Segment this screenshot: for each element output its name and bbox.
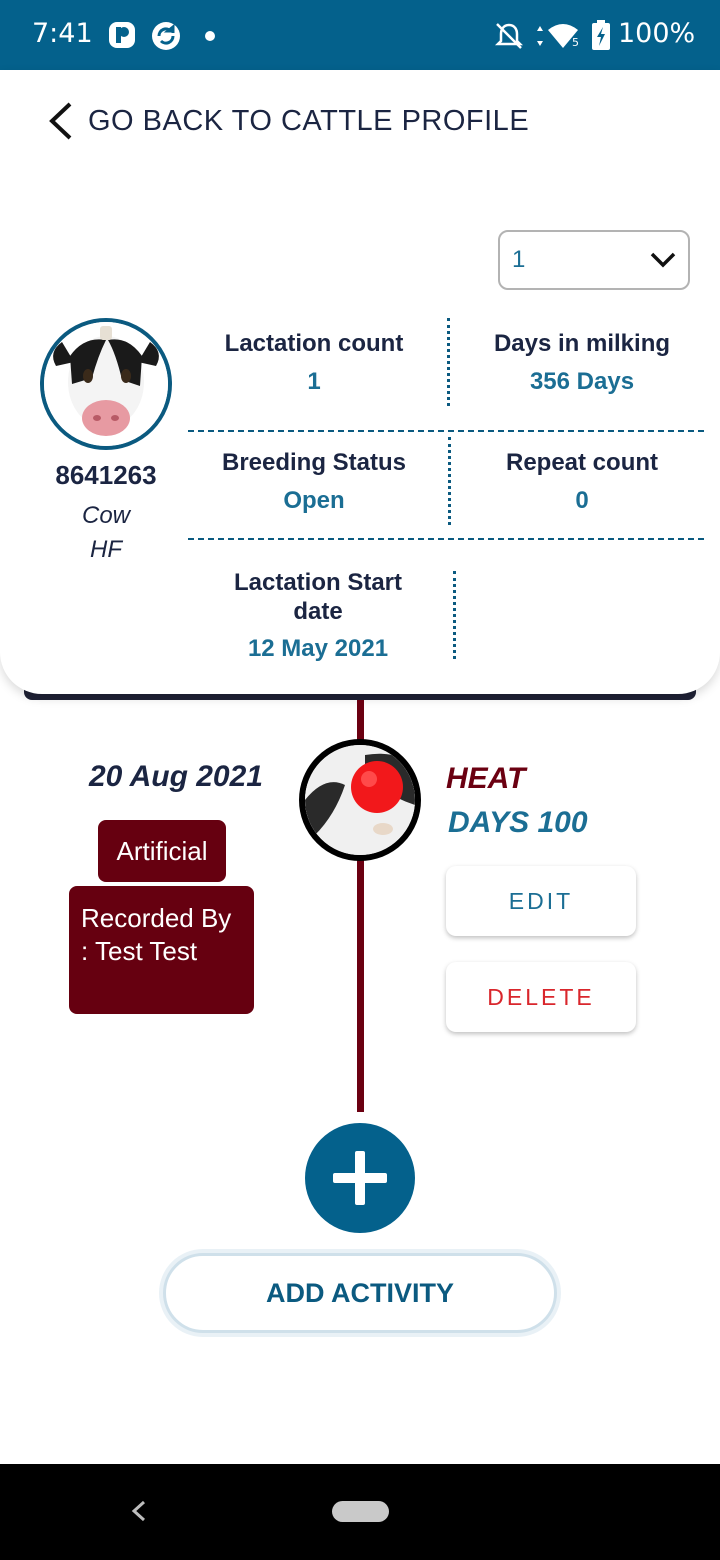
back-to-profile-link[interactable]: GO BACK TO CATTLE PROFILE <box>46 98 529 144</box>
event-days: DAYS 100 <box>448 806 588 839</box>
insemination-method-tag: Artificial <box>98 820 226 882</box>
lactation-count-label: Lactation count <box>224 330 404 357</box>
back-link-label: GO BACK TO CATTLE PROFILE <box>88 104 530 137</box>
repeat-count-value: 0 <box>575 487 589 514</box>
stats-divider-horizontal <box>188 538 704 540</box>
stats-divider-vertical <box>448 437 451 525</box>
plus-icon <box>333 1151 387 1205</box>
chevron-down-icon <box>650 252 676 268</box>
cattle-type: Cow <box>81 502 130 529</box>
recorded-by-tag: Recorded By : Test Test <box>69 886 254 1014</box>
status-bar: 7:41 5 100% <box>0 0 720 70</box>
app-notification-icon <box>109 22 135 48</box>
breeding-status-label: Breeding Status <box>221 449 407 476</box>
nav-home-pill[interactable] <box>332 1501 389 1522</box>
battery-percentage: 100% <box>618 18 696 49</box>
battery-icon <box>592 20 610 50</box>
lactation-start-label: Lactation Start date <box>233 569 403 625</box>
chevron-left-icon <box>49 102 72 140</box>
lactation-count-value: 1 <box>307 368 321 395</box>
wifi-icon: 5 <box>537 24 579 49</box>
repeat-count-label: Repeat count <box>505 449 658 476</box>
breeding-status-value: Open <box>283 487 345 514</box>
bell-off-icon <box>494 23 524 49</box>
stats-divider-vertical <box>447 318 450 406</box>
stats-divider-vertical <box>453 571 456 659</box>
days-in-milking-label: Days in milking <box>493 330 671 357</box>
days-in-milking-value: 356 Days <box>529 368 635 395</box>
cattle-breed: HF <box>90 536 122 563</box>
cattle-id: 8641263 <box>55 460 157 490</box>
add-activity-button[interactable]: ADD ACTIVITY <box>163 1253 557 1333</box>
dot-icon <box>205 31 215 41</box>
delete-button[interactable]: DELETE <box>446 962 636 1032</box>
event-type: HEAT <box>446 762 526 795</box>
svg-text:5: 5 <box>572 36 579 49</box>
heat-cow-icon <box>305 745 415 855</box>
sync-icon <box>152 22 180 50</box>
lactation-start-value: 12 May 2021 <box>247 635 389 662</box>
edit-button[interactable]: EDIT <box>446 866 636 936</box>
cattle-avatar <box>40 318 172 450</box>
lactation-select-value: 1 <box>512 246 526 273</box>
lactation-select[interactable]: 1 <box>498 230 690 290</box>
event-node <box>299 739 421 861</box>
nav-back-icon[interactable] <box>124 1494 154 1528</box>
stats-divider-horizontal <box>188 430 704 432</box>
status-time: 7:41 <box>32 18 93 49</box>
cow-face-icon <box>44 322 168 446</box>
add-fab-button[interactable] <box>305 1123 415 1233</box>
event-date: 20 Aug 2021 <box>89 760 263 793</box>
